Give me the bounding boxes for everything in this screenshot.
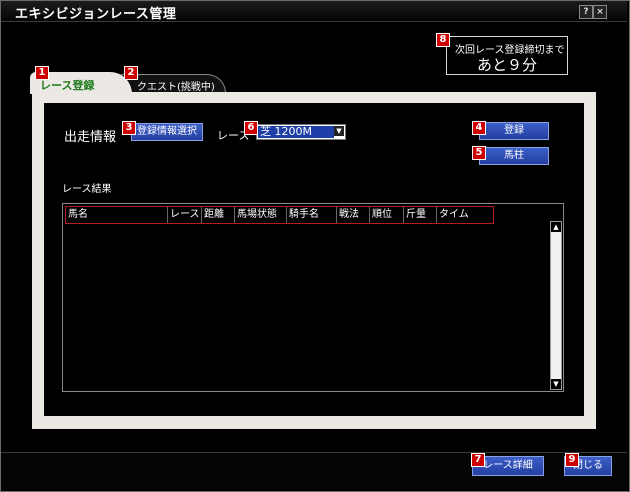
results-table: 馬名 レース 距離 馬場状態 騎手名 戦法 順位 斤量 タイム	[62, 203, 564, 392]
marker-8: 8	[436, 33, 450, 47]
marker-5: 5	[472, 146, 486, 160]
marker-6: 6	[244, 121, 258, 135]
column-header-track-condition: 馬場状態	[235, 207, 287, 223]
results-table-header: 馬名 レース 距離 馬場状態 騎手名 戦法 順位 斤量 タイム	[65, 206, 494, 224]
help-button[interactable]: ?	[579, 5, 593, 19]
marker-9: 9	[565, 453, 579, 467]
results-heading: レース結果	[62, 184, 112, 195]
column-header-distance: 距離	[202, 207, 235, 223]
tab-quest-label: クエスト(挑戦中)	[137, 82, 215, 93]
umabashira-button[interactable]: 馬柱	[479, 147, 549, 165]
marker-1: 1	[35, 66, 49, 80]
column-header-race: レース	[168, 207, 202, 223]
race-select-value: 芝 1200M	[258, 126, 334, 138]
column-header-position: 順位	[370, 207, 404, 223]
race-select[interactable]: 芝 1200M ▼	[256, 124, 346, 140]
chevron-down-icon[interactable]: ▼	[334, 126, 344, 136]
deadline-value: あと９分	[476, 56, 537, 74]
title-bar: エキシビジョンレース管理 ? ×	[1, 1, 627, 22]
column-header-time: タイム	[439, 209, 469, 220]
column-header-jockey: 騎手名	[287, 207, 337, 223]
scroll-down-arrow-icon[interactable]: ▼	[551, 379, 561, 389]
marker-4: 4	[472, 121, 486, 135]
window-title: エキシビジョンレース管理	[15, 7, 177, 22]
column-header-strategy: 戦法	[337, 207, 370, 223]
deadline-box: 次回レース登録締切まで あと９分	[446, 36, 568, 75]
select-registration-info-button[interactable]: 登録情報選択	[131, 123, 203, 141]
column-header-weight: 斤量	[404, 207, 437, 223]
scroll-up-arrow-icon[interactable]: ▲	[551, 222, 561, 232]
marker-2: 2	[124, 66, 138, 80]
register-button[interactable]: 登録	[479, 122, 549, 140]
close-window-button[interactable]: ×	[593, 5, 607, 19]
column-header-horse-name: 馬名	[66, 207, 168, 223]
entry-heading: 出走情報	[64, 130, 117, 145]
results-scrollbar[interactable]: ▲ ▼	[550, 221, 562, 390]
marker-3: 3	[122, 121, 136, 135]
marker-7: 7	[471, 453, 485, 467]
